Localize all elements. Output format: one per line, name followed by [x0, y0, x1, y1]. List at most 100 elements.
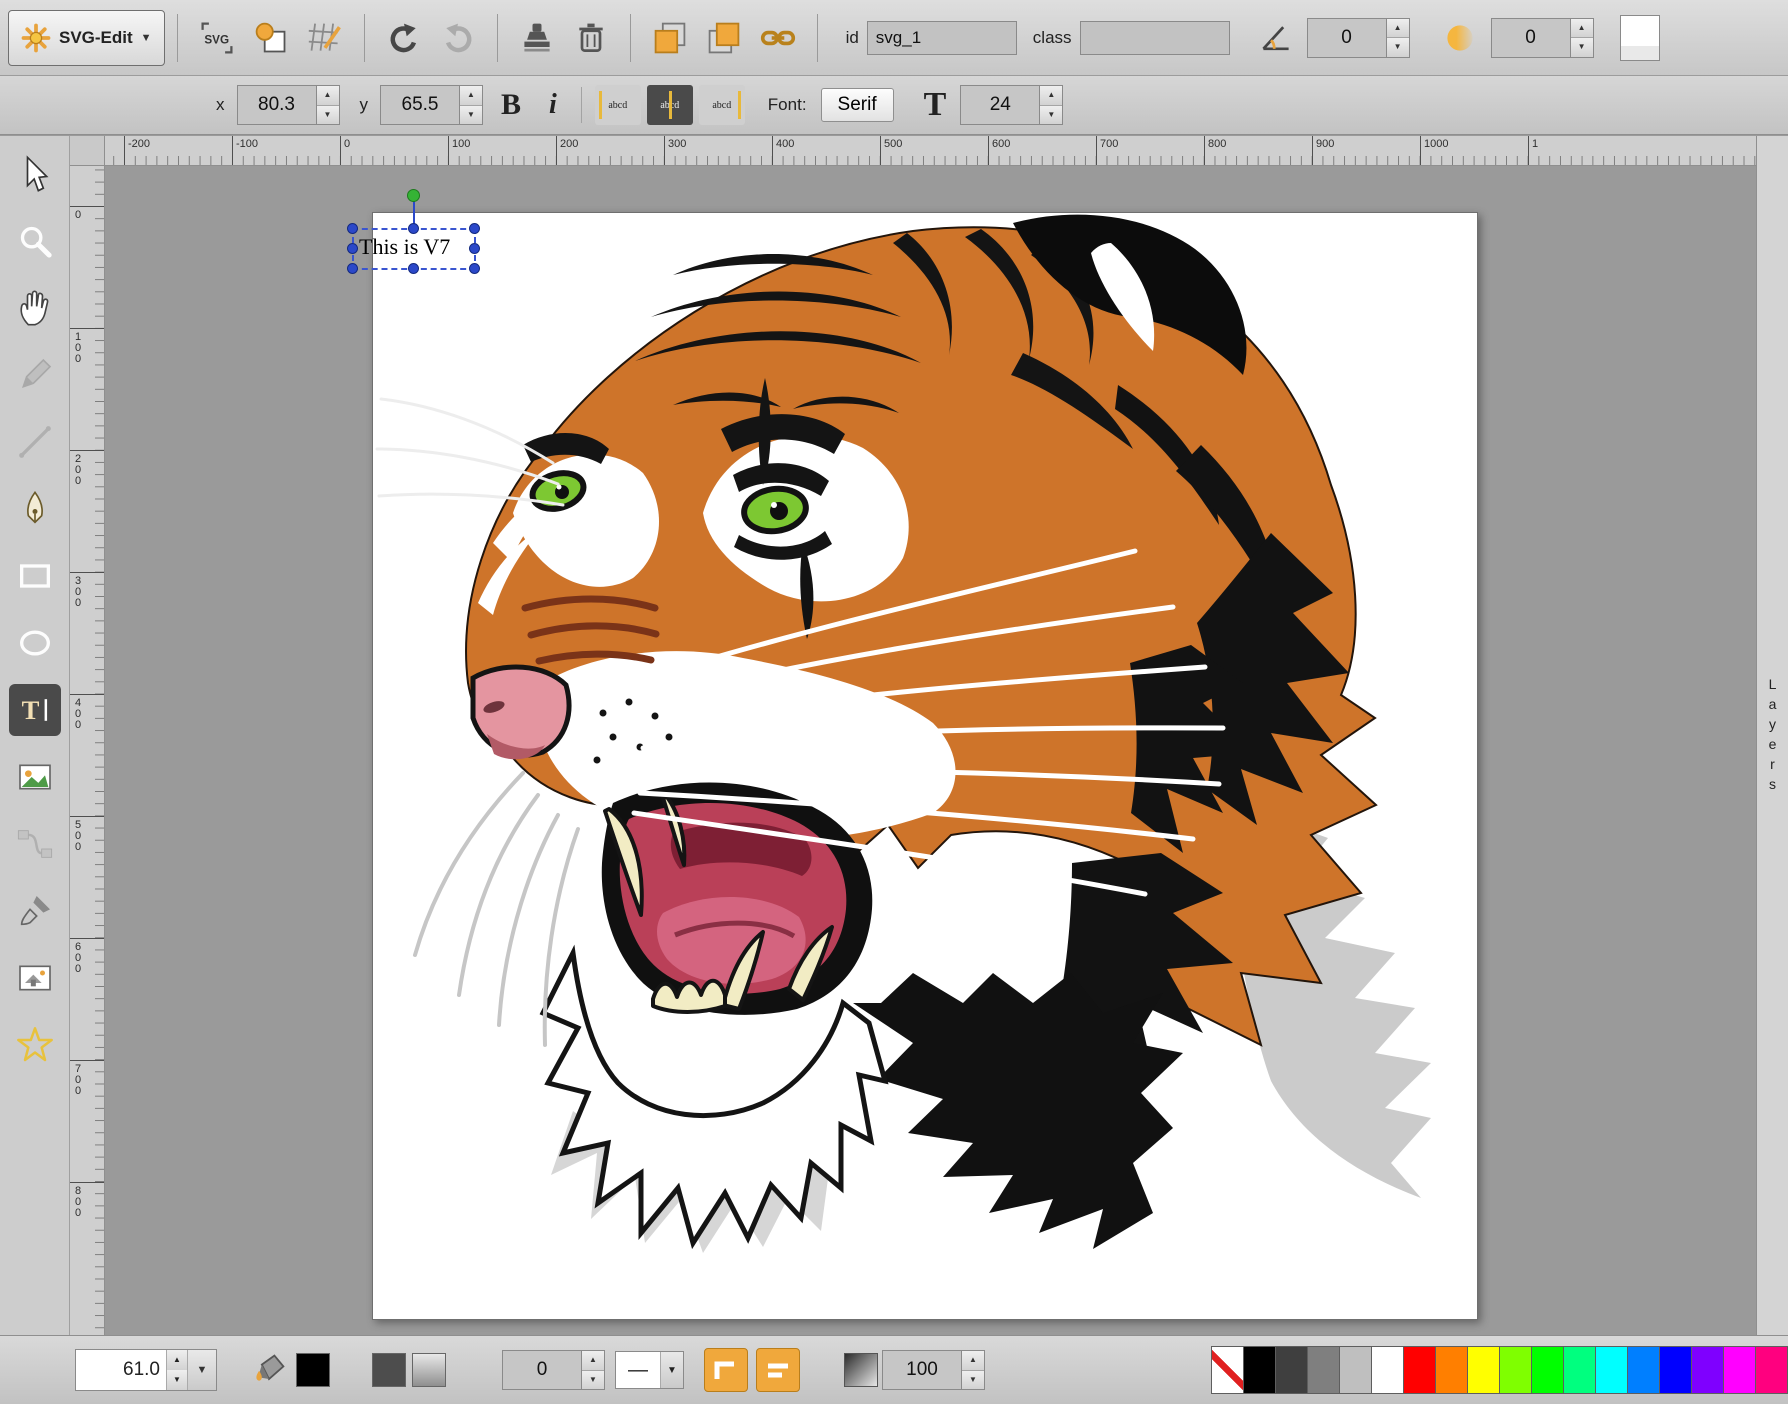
- palette-swatch[interactable]: [1723, 1346, 1756, 1394]
- blur-down-button[interactable]: ▼: [1571, 38, 1593, 57]
- path-tool-button[interactable]: [9, 483, 61, 535]
- linejoin-button[interactable]: [704, 1348, 748, 1392]
- selection-handle-ne[interactable]: [469, 223, 480, 234]
- palette-swatch[interactable]: [1691, 1346, 1724, 1394]
- palette-swatch[interactable]: [1435, 1346, 1468, 1394]
- opacity-value[interactable]: 100: [882, 1350, 962, 1390]
- connector-tool-button[interactable]: [9, 818, 61, 870]
- eyedropper-tool-button[interactable]: [9, 885, 61, 937]
- zoom-down-button[interactable]: ▼: [167, 1370, 187, 1390]
- font-size-down-button[interactable]: ▼: [1040, 106, 1062, 125]
- palette-swatch[interactable]: [1659, 1346, 1692, 1394]
- palette-swatch[interactable]: [1403, 1346, 1436, 1394]
- svg-source-button[interactable]: SVG: [193, 14, 241, 62]
- fill-color-swatch[interactable]: [296, 1353, 330, 1387]
- star-tool-button[interactable]: [9, 1019, 61, 1071]
- anchor-end-button[interactable]: abcd: [699, 85, 745, 125]
- stroke-color-swatch[interactable]: [372, 1353, 406, 1387]
- y-up-button[interactable]: ▲: [460, 86, 482, 106]
- opacity-down-button[interactable]: ▼: [962, 1371, 984, 1390]
- angle-up-button[interactable]: ▲: [1387, 19, 1409, 39]
- stroke-gradient-swatch[interactable]: [412, 1353, 446, 1387]
- selection-handle-sw[interactable]: [347, 263, 358, 274]
- image-tool-button[interactable]: [9, 751, 61, 803]
- anchor-start-button[interactable]: abcd: [595, 85, 641, 125]
- palette-swatch[interactable]: [1499, 1346, 1532, 1394]
- link-button[interactable]: [754, 14, 802, 62]
- class-input[interactable]: [1080, 21, 1230, 55]
- move-top-button[interactable]: [700, 14, 748, 62]
- linecap-button[interactable]: [756, 1348, 800, 1392]
- y-down-button[interactable]: ▼: [460, 106, 482, 125]
- palette-swatch[interactable]: [1755, 1346, 1788, 1394]
- redo-button[interactable]: [434, 14, 482, 62]
- zoom-up-button[interactable]: ▲: [167, 1350, 187, 1370]
- zoom-dropdown-button[interactable]: ▼: [187, 1350, 216, 1390]
- x-value[interactable]: 80.3: [237, 85, 317, 125]
- ellipse-tool-button[interactable]: [9, 617, 61, 669]
- rotate-handle[interactable]: [407, 189, 420, 202]
- main-menu-button[interactable]: SVG-Edit ▼: [8, 10, 165, 66]
- pan-tool-button[interactable]: [9, 282, 61, 334]
- line-tool-button[interactable]: [9, 416, 61, 468]
- select-tool-button[interactable]: [9, 148, 61, 200]
- font-size-up-button[interactable]: ▲: [1040, 86, 1062, 106]
- palette-swatch[interactable]: [1211, 1346, 1244, 1394]
- stroke-width-value[interactable]: 0: [502, 1350, 582, 1390]
- background-swatch[interactable]: [1620, 15, 1660, 61]
- angle-value[interactable]: 0: [1307, 18, 1387, 58]
- x-down-button[interactable]: ▼: [317, 106, 339, 125]
- shape-library-button[interactable]: [247, 14, 295, 62]
- id-input[interactable]: [867, 21, 1017, 55]
- selection-handle-n[interactable]: [408, 223, 419, 234]
- pencil-tool-button[interactable]: [9, 349, 61, 401]
- svg-text:T: T: [21, 695, 39, 725]
- palette-swatch[interactable]: [1275, 1346, 1308, 1394]
- blur-up-button[interactable]: ▲: [1571, 19, 1593, 39]
- selection-handle-s[interactable]: [408, 263, 419, 274]
- layers-panel-toggle[interactable]: Layers: [1756, 136, 1788, 1335]
- blur-value[interactable]: 0: [1491, 18, 1571, 58]
- palette-swatch[interactable]: [1371, 1346, 1404, 1394]
- canvas-workspace[interactable]: This is V7: [105, 166, 1756, 1335]
- selection-handle-e[interactable]: [469, 243, 480, 254]
- text-tool-button[interactable]: T: [9, 684, 61, 736]
- dash-style-select[interactable]: — ▼: [615, 1351, 684, 1389]
- angle-down-button[interactable]: ▼: [1387, 38, 1409, 57]
- clone-button[interactable]: [513, 14, 561, 62]
- logo-icon: [21, 23, 51, 53]
- grid-snap-button[interactable]: [301, 14, 349, 62]
- font-family-button[interactable]: Serif: [821, 88, 894, 122]
- selection-handle-nw[interactable]: [347, 223, 358, 234]
- palette-swatch[interactable]: [1467, 1346, 1500, 1394]
- palette-swatch[interactable]: [1531, 1346, 1564, 1394]
- delete-button[interactable]: [567, 14, 615, 62]
- font-size-value[interactable]: 24: [960, 85, 1040, 125]
- selection-handle-w[interactable]: [347, 243, 358, 254]
- tiger-artwork[interactable]: [373, 213, 1477, 1319]
- y-value[interactable]: 65.5: [380, 85, 460, 125]
- palette-swatch[interactable]: [1307, 1346, 1340, 1394]
- undo-icon: [386, 20, 422, 56]
- italic-button[interactable]: i: [549, 89, 557, 121]
- library-tool-button[interactable]: [9, 952, 61, 1004]
- x-up-button[interactable]: ▲: [317, 86, 339, 106]
- svg-canvas[interactable]: [372, 212, 1478, 1320]
- zoom-value[interactable]: 61.0: [76, 1350, 166, 1390]
- anchor-middle-button[interactable]: abcd: [647, 85, 693, 125]
- move-bottom-button[interactable]: [646, 14, 694, 62]
- stroke-width-up-button[interactable]: ▲: [582, 1351, 604, 1371]
- opacity-up-button[interactable]: ▲: [962, 1351, 984, 1371]
- bold-button[interactable]: B: [501, 88, 521, 122]
- rect-tool-button[interactable]: [9, 550, 61, 602]
- palette-swatch[interactable]: [1243, 1346, 1276, 1394]
- palette-swatch[interactable]: [1627, 1346, 1660, 1394]
- selection-handle-se[interactable]: [469, 263, 480, 274]
- undo-button[interactable]: [380, 14, 428, 62]
- palette-swatch[interactable]: [1339, 1346, 1372, 1394]
- palette-swatch[interactable]: [1563, 1346, 1596, 1394]
- selected-text-element[interactable]: This is V7: [359, 234, 450, 260]
- stroke-width-down-button[interactable]: ▼: [582, 1371, 604, 1390]
- zoom-tool-button[interactable]: [9, 215, 61, 267]
- palette-swatch[interactable]: [1595, 1346, 1628, 1394]
